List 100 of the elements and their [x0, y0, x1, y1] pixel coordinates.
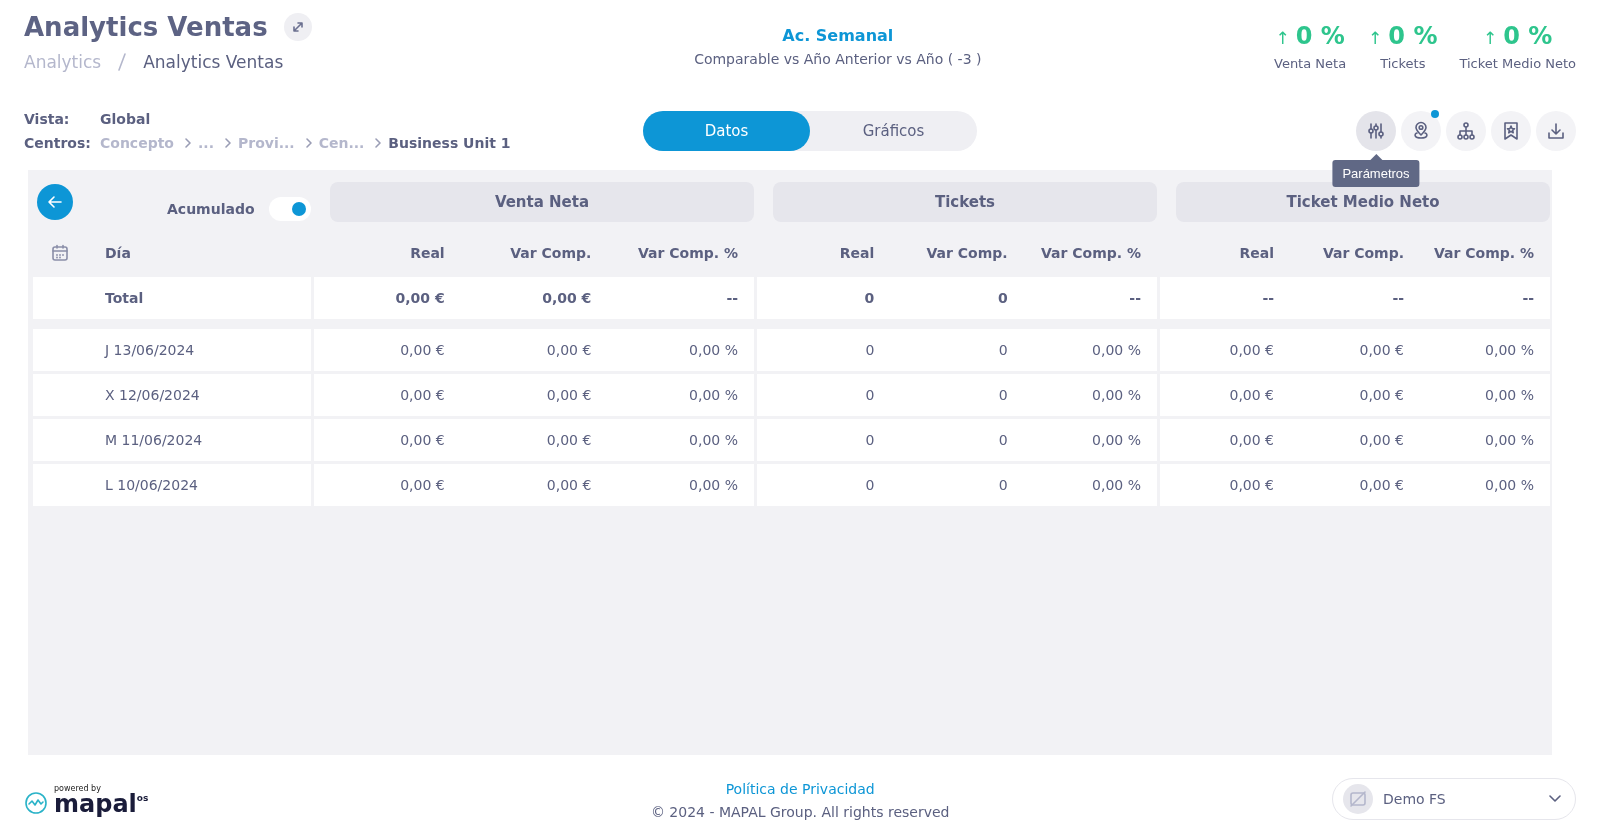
- table-cell-text: 0,00 %: [688, 342, 739, 358]
- kpi-value: 0 %: [1388, 22, 1438, 50]
- trend-arrow: ↑: [1368, 28, 1383, 48]
- table-cell-text: M 11/06/2024: [104, 432, 203, 448]
- table-cell-text: 0,00 €: [1228, 387, 1275, 403]
- filter-label: Centros:: [24, 135, 92, 151]
- table-cell-text: 0,00 €: [399, 342, 446, 358]
- table-cell-text: --: [1128, 290, 1142, 306]
- group-header: Ticket Medio Neto: [1176, 182, 1550, 222]
- tooltip: Parámetros: [1332, 160, 1420, 187]
- kpi-label: Ticket Medio Neto: [1459, 56, 1576, 71]
- location-pin-icon: [1411, 121, 1431, 141]
- back-button[interactable]: [37, 184, 73, 220]
- table-cell-text: 0,00 %: [1091, 387, 1142, 403]
- table-cell-text: 0,00 €: [1228, 477, 1275, 493]
- logo-wordmark: mapal: [54, 792, 137, 815]
- group-header: Venta Neta: [330, 182, 754, 222]
- toolbar-button[interactable]: [1491, 111, 1531, 151]
- filter-label: Vista:: [24, 111, 71, 127]
- path-item[interactable]: Cen...: [318, 135, 365, 151]
- column-header: Var Comp.: [509, 245, 593, 261]
- kpi-value: 0 %: [1503, 22, 1553, 50]
- table-cell-text: 0,00 %: [1484, 432, 1535, 448]
- table-cell-text: 0: [996, 290, 1009, 306]
- arrow-left-icon: [47, 194, 63, 210]
- group-header: Tickets: [773, 182, 1157, 222]
- copyright-text: © 2024 - MAPAL Group. All rights reserved: [650, 803, 950, 820]
- toolbar-button[interactable]: [1446, 111, 1486, 151]
- accumulated-switch[interactable]: [268, 197, 311, 221]
- kpi-label: Tickets: [1380, 56, 1426, 71]
- column-header: Var Comp. %: [1039, 245, 1142, 261]
- table-cell-text: 0,00 %: [1484, 342, 1535, 358]
- view-tab[interactable]: Gráficos: [810, 111, 977, 151]
- path-item[interactable]: ...: [198, 135, 214, 151]
- chevron-right-icon: [184, 137, 192, 149]
- toolbar-button[interactable]: [1401, 111, 1441, 151]
- avatar-placeholder-icon: [1349, 790, 1367, 808]
- user-dropdown[interactable]: Demo FS: [1332, 778, 1576, 820]
- table-cell-text: 0,00 %: [688, 432, 739, 448]
- table-cell-text: 0: [864, 387, 876, 403]
- table-cell-text: 0,00 €: [1358, 342, 1405, 358]
- calendar-icon: [51, 244, 69, 262]
- logo-suffix: os: [136, 792, 149, 803]
- kpi-value: 0 %: [1295, 22, 1345, 50]
- breadcrumb-link[interactable]: Analytics: [24, 52, 102, 72]
- download-icon: [1546, 121, 1566, 141]
- column-header: Día: [105, 245, 131, 261]
- column-header: Var Comp.: [1321, 245, 1405, 261]
- table-cell-text: 0,00 €: [1358, 477, 1405, 493]
- chevron-down-icon: [1549, 795, 1561, 803]
- table-cell-text: 0,00 €: [399, 387, 446, 403]
- column-header: Real: [409, 245, 446, 261]
- wave-circle-icon: [24, 790, 48, 815]
- table-cell-text: 0,00 €: [399, 477, 446, 493]
- kpi-label: Venta Neta: [1274, 56, 1347, 71]
- period-subtitle: Comparable vs Año Anterior vs Año ( -3 ): [694, 51, 982, 67]
- table-cell-text: 0: [863, 290, 876, 306]
- table-cell-text: 0,00 %: [688, 477, 739, 493]
- table-cell-text: 0,00 €: [394, 290, 446, 306]
- table-cell-text: 0,00 %: [1091, 477, 1142, 493]
- table-cell-text: 0: [864, 477, 876, 493]
- column-header: Var Comp. %: [636, 245, 739, 261]
- table-cell-text: 0: [997, 387, 1009, 403]
- table-cell-text: 0,00 %: [688, 387, 739, 403]
- page-title: Analytics Ventas: [24, 12, 268, 42]
- toolbar-button[interactable]: [1536, 111, 1576, 151]
- path-item[interactable]: Provi...: [237, 135, 295, 151]
- bookmark-star-icon: [1501, 121, 1521, 141]
- chevron-right-icon: [223, 137, 232, 149]
- chevron-right-icon: [304, 137, 313, 149]
- sliders-icon: [1366, 121, 1386, 141]
- view-tab[interactable]: Datos: [643, 111, 810, 151]
- period-title: Ac. Semanal: [781, 26, 895, 45]
- column-header: Var Comp. %: [1432, 245, 1535, 261]
- table-cell-text: 0,00 %: [1484, 477, 1535, 493]
- trend-arrow: ↑: [1483, 28, 1498, 48]
- table-cell-text: J 13/06/2024: [103, 342, 195, 358]
- hierarchy-icon: [1456, 121, 1476, 141]
- table-cell-text: 0,00 €: [545, 342, 593, 358]
- path-item[interactable]: Concepto: [100, 135, 174, 151]
- table-cell-text: 0,00 €: [1358, 432, 1405, 448]
- table-cell-text: 0,00 %: [1091, 342, 1142, 358]
- table-cell-text: --: [1261, 290, 1275, 306]
- table-cell-text: 0,00 %: [1484, 387, 1535, 403]
- table-cell-text: --: [725, 290, 739, 306]
- table-cell-text: X 12/06/2024: [104, 387, 200, 403]
- expand-icon: [290, 20, 305, 34]
- table-cell-text: 0,00 €: [1228, 342, 1275, 358]
- expand-button[interactable]: [283, 13, 312, 41]
- trend-arrow: ↑: [1275, 28, 1290, 48]
- path-item[interactable]: Business Unit 1: [388, 135, 511, 151]
- table-cell-text: 0,00 %: [1091, 432, 1142, 448]
- table-cell-text: 0: [997, 342, 1009, 358]
- table-cell-text: --: [1391, 290, 1405, 306]
- slash-separator-icon: [117, 52, 128, 72]
- chevron-right-icon: [374, 137, 383, 149]
- privacy-link[interactable]: Política de Privacidad: [725, 780, 875, 797]
- table-cell-text: Total: [104, 290, 144, 306]
- powered-by-text: powered by: [54, 783, 101, 793]
- table-cell-text: --: [1521, 290, 1535, 306]
